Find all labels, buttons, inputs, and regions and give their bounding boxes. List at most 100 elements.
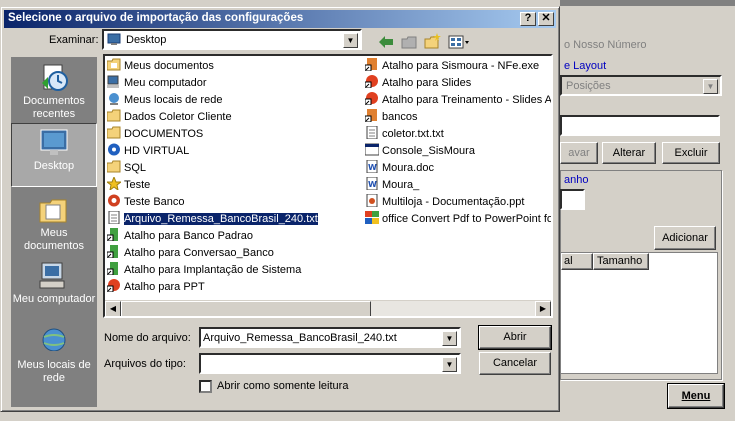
folder-icon: [107, 160, 124, 174]
up-folder-icon[interactable]: [401, 35, 417, 49]
shortcut-red-icon: [365, 92, 382, 106]
word-icon: W: [365, 160, 382, 174]
file-item[interactable]: bancos: [365, 109, 417, 126]
file-item[interactable]: Atalho para Sismoura - NFe.exe: [365, 58, 539, 75]
scrollbar-thumb[interactable]: [121, 301, 371, 316]
dialog-title: Selecione o arquivo de importação das co…: [8, 12, 304, 24]
new-folder-icon[interactable]: [424, 33, 442, 49]
file-name: Multiloja - Documentação.ppt: [382, 196, 525, 208]
filename-combo[interactable]: Arquivo_Remessa_BancoBrasil_240.txt ▼: [199, 327, 461, 348]
posicoes-select[interactable]: Posições ▼: [560, 75, 722, 96]
file-item[interactable]: Atalho para PPT: [107, 279, 205, 296]
scroll-left-icon[interactable]: ◀: [105, 301, 121, 316]
look-in-label: Examinar:: [49, 34, 99, 46]
file-item[interactable]: Teste: [107, 177, 150, 194]
close-button[interactable]: ✕: [538, 12, 554, 26]
file-name: Console_SisMoura: [382, 145, 475, 157]
background-grid[interactable]: al Tamanho: [560, 252, 718, 374]
file-item[interactable]: DOCUMENTOS: [107, 126, 203, 143]
help-icon: ?: [524, 12, 532, 24]
file-item[interactable]: SQL: [107, 160, 146, 177]
shortcut-orange-icon: [365, 58, 382, 72]
dialog-titlebar: Selecione o arquivo de importação das co…: [4, 10, 556, 28]
excluir-button[interactable]: Excluir: [662, 142, 720, 164]
file-item[interactable]: Atalho para Treinamento - Slides Ap: [365, 92, 553, 109]
cancel-label: Cancelar: [492, 357, 538, 369]
file-item[interactable]: Atalho para Implantação de Sistema: [107, 262, 301, 279]
file-item[interactable]: Console_SisMoura: [365, 143, 475, 160]
shortcut-red-icon: [107, 279, 124, 293]
scroll-right-icon[interactable]: ▶: [535, 301, 551, 316]
readonly-checkbox[interactable]: [199, 380, 212, 393]
shortcut-red-icon: [365, 75, 382, 89]
file-name: Atalho para Implantação de Sistema: [124, 264, 302, 276]
salvar-button[interactable]: avar: [560, 142, 598, 164]
menu-label: Menu: [681, 390, 711, 402]
background-text-field[interactable]: [560, 115, 720, 136]
place-my-documents[interactable]: Meus documentos: [11, 191, 97, 253]
posicoes-select-value: Posições: [566, 80, 611, 92]
file-item[interactable]: Meus documentos: [107, 58, 214, 75]
file-name: bancos: [382, 111, 418, 123]
filename-label: Nome do arquivo:: [104, 332, 191, 344]
place-network[interactable]: Meus locais de rede: [11, 323, 97, 385]
nosso-numero-label: o Nosso Número: [564, 39, 647, 51]
adicionar-label: Adicionar: [662, 232, 708, 244]
tamanho-input[interactable]: [560, 189, 585, 210]
back-arrow-icon[interactable]: [378, 35, 394, 49]
chevron-down-icon[interactable]: ▼: [703, 79, 718, 94]
background-form: o Nosso Número e Layout Posições ▼ avar …: [560, 6, 735, 421]
excluir-label: Excluir: [674, 147, 708, 159]
ppt-icon: [365, 194, 382, 208]
file-list[interactable]: Meus documentos Meu computador Meus locais…: [103, 54, 553, 318]
place-label: Desktop: [33, 160, 75, 172]
file-name: Atalho para Sismoura - NFe.exe: [382, 60, 540, 72]
chevron-down-icon[interactable]: ▼: [442, 357, 457, 372]
console-icon: [365, 143, 382, 157]
place-my-computer[interactable]: Meu computador: [11, 257, 97, 319]
menu-button[interactable]: Menu: [667, 383, 725, 409]
app-multi-icon: [365, 211, 382, 225]
grid-header-partial[interactable]: al: [561, 253, 593, 270]
chevron-down-icon[interactable]: ▼: [442, 331, 457, 346]
file-item[interactable]: Atalho para Slides: [365, 75, 471, 92]
open-button[interactable]: Abrir: [478, 325, 552, 350]
svg-text:W: W: [368, 180, 377, 189]
file-item[interactable]: Atalho para Conversao_Banco: [107, 245, 274, 262]
file-name: Atalho para Treinamento - Slides Ap: [382, 94, 553, 106]
look-in-combo[interactable]: Desktop ▼: [102, 29, 362, 50]
place-recent-documents[interactable]: Documentos recentes: [11, 59, 97, 121]
cancel-button[interactable]: Cancelar: [479, 352, 551, 375]
open-label: Abrir: [503, 331, 527, 343]
file-item[interactable]: Multiloja - Documentação.ppt: [365, 194, 524, 211]
file-name: Meus locais de rede: [124, 94, 223, 106]
place-desktop[interactable]: Desktop: [11, 123, 97, 187]
file-item[interactable]: office Convert Pdf to PowerPoint fo: [365, 211, 551, 228]
chevron-down-icon[interactable]: ▼: [343, 33, 358, 48]
file-item[interactable]: Atalho para Banco Padrao: [107, 228, 253, 245]
horizontal-scrollbar[interactable]: ◀ ▶: [105, 300, 551, 316]
file-item[interactable]: Meu computador: [107, 75, 207, 92]
filetype-label: Arquivos do tipo:: [104, 358, 186, 370]
file-item[interactable]: W Moura_: [365, 177, 419, 194]
filename-input[interactable]: Arquivo_Remessa_BancoBrasil_240.txt: [203, 332, 397, 344]
file-item[interactable]: HD VIRTUAL: [107, 143, 189, 160]
text-icon: [107, 211, 124, 225]
adicionar-button[interactable]: Adicionar: [654, 226, 716, 250]
filetype-combo[interactable]: ▼: [199, 353, 461, 374]
desktop-small-icon: [107, 33, 121, 45]
place-label: Meus locais de rede: [17, 359, 91, 384]
file-item[interactable]: Dados Coletor Cliente: [107, 109, 232, 126]
file-item[interactable]: Teste Banco: [107, 194, 185, 211]
file-item[interactable]: coletor.txt.txt: [365, 126, 444, 143]
help-button[interactable]: ?: [520, 12, 536, 26]
file-item[interactable]: Arquivo_Remessa_BancoBrasil_240.txt: [107, 211, 319, 228]
place-label: Meus documentos: [24, 227, 84, 252]
view-menu-icon[interactable]: [448, 35, 470, 49]
file-item[interactable]: Meus locais de rede: [107, 92, 222, 109]
alterar-button[interactable]: Alterar: [602, 142, 656, 164]
file-name: coletor.txt.txt: [382, 128, 444, 140]
grid-header-tamanho[interactable]: Tamanho: [593, 253, 649, 270]
file-name: Teste Banco: [124, 196, 185, 208]
file-item[interactable]: W Moura.doc: [365, 160, 434, 177]
